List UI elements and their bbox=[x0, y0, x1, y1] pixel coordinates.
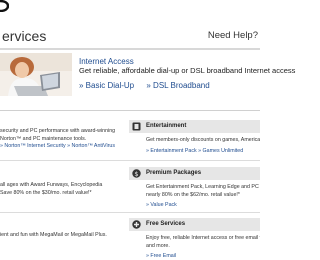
free-services-title: Free Services bbox=[146, 221, 186, 227]
svg-text:$: $ bbox=[134, 170, 138, 178]
logo-fragment-icon bbox=[0, 0, 9, 12]
section-divider bbox=[0, 110, 260, 111]
entertainment-links[interactable]: » Entertainment Pack » Games Unlimited bbox=[129, 148, 260, 154]
dsl-broadband-link[interactable]: » DSL Broadband bbox=[146, 81, 209, 90]
premium-packages-header: $ Premium Packages bbox=[129, 167, 260, 180]
hero-links: » Basic Dial-Up » DSL Broadband bbox=[79, 81, 220, 90]
value-pack-link[interactable]: » Value Pack bbox=[129, 202, 260, 208]
premium-desc-line-1: Get Entertainment Pack, Learning Edge an… bbox=[146, 184, 259, 190]
email-text-line-1: ient and fun with MegaMail or MegaMail P… bbox=[0, 232, 107, 238]
entertainment-description: Get members-only discounts on games, Ame… bbox=[146, 137, 260, 143]
free-email-link[interactable]: » Free Email bbox=[129, 253, 260, 259]
row-separator bbox=[0, 160, 260, 161]
need-help-link[interactable]: Need Help? bbox=[208, 30, 258, 41]
premium-packages-title: Premium Packages bbox=[146, 170, 202, 176]
free-services-description: Enjoy free, reliable Internet access or … bbox=[129, 235, 260, 250]
free-services-section: Free Services Enjoy free, reliable Inter… bbox=[129, 218, 260, 259]
learning-text-line-2: Save 80% on the $30/mo. retail value!* bbox=[0, 189, 92, 196]
plus-icon bbox=[132, 220, 141, 229]
security-blurb: security and PC performance with award-w… bbox=[0, 128, 122, 151]
learning-blurb: all ages with Award Funways, Encyclopedi… bbox=[0, 182, 122, 197]
email-blurb: ient and fun with MegaMail or MegaMail P… bbox=[0, 232, 122, 240]
hero-description: Get reliable, affordable dial-up or DSL … bbox=[79, 66, 296, 75]
security-text-line-1: security and PC performance with award-w… bbox=[0, 128, 116, 134]
free-desc-line-1: Enjoy free, reliable Internet access or … bbox=[146, 235, 260, 241]
dollar-icon: $ bbox=[132, 169, 141, 178]
top-bar bbox=[0, 0, 260, 16]
film-icon bbox=[132, 122, 141, 131]
hero-title: Internet Access bbox=[79, 57, 134, 66]
page-title: ervices bbox=[2, 28, 47, 44]
entertainment-header: Entertainment bbox=[129, 120, 260, 133]
basic-dial-up-link[interactable]: » Basic Dial-Up bbox=[79, 81, 134, 90]
security-text-line-2: Norton™ and PC maintenance tools. bbox=[0, 135, 87, 142]
page-header: ervices Need Help? bbox=[0, 24, 260, 50]
entertainment-section: Entertainment Get members-only discounts… bbox=[129, 120, 260, 154]
learning-text-line-1: all ages with Award Funways, Encyclopedi… bbox=[0, 182, 103, 188]
free-desc-line-2: and more. bbox=[146, 242, 170, 249]
internet-access-hero: Internet Access Get reliable, affordable… bbox=[0, 52, 295, 96]
free-services-header: Free Services bbox=[129, 218, 260, 231]
norton-links[interactable]: » Norton™ Internet Security » Norton™ An… bbox=[0, 143, 122, 151]
premium-desc-line-2: nearly 80% on the $62/mo. retail value!* bbox=[146, 191, 240, 198]
premium-packages-section: $ Premium Packages Get Entertainment Pac… bbox=[129, 167, 260, 208]
entertainment-title: Entertainment bbox=[146, 123, 187, 129]
woman-laptop-photo bbox=[0, 53, 72, 96]
row-separator bbox=[0, 212, 260, 213]
premium-packages-description: Get Entertainment Pack, Learning Edge an… bbox=[129, 184, 260, 199]
